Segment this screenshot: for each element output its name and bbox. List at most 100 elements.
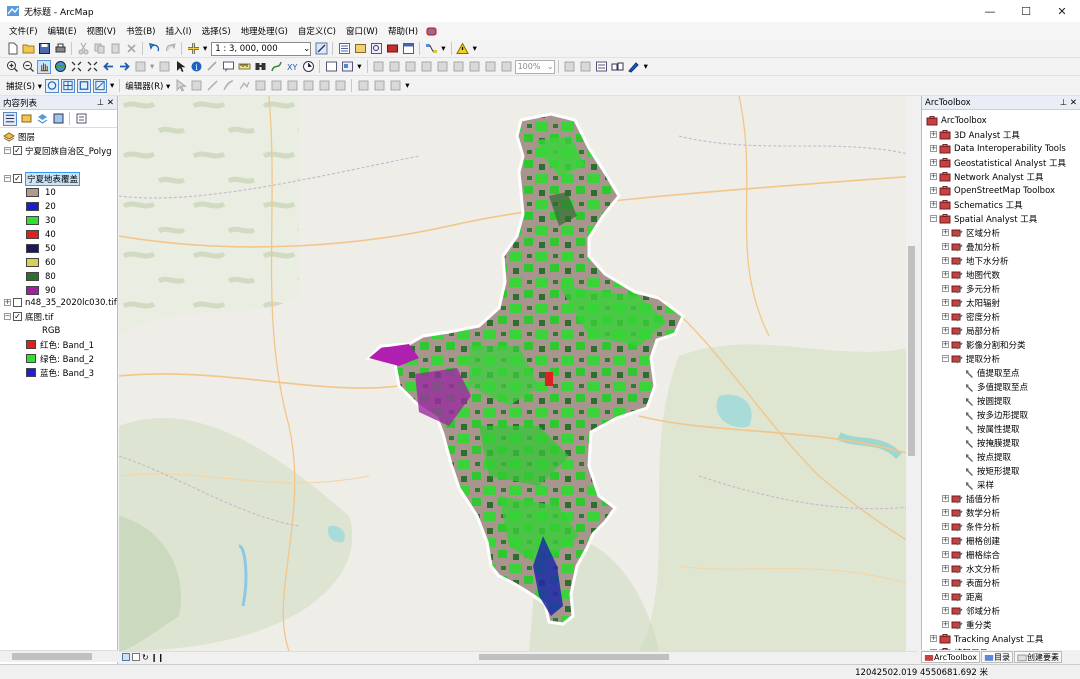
print-icon[interactable] bbox=[53, 42, 67, 56]
toolbar-overflow-icon-2[interactable]: ▾ bbox=[471, 44, 479, 54]
tool-item[interactable]: 值提取至点 bbox=[964, 366, 1020, 379]
list-by-drawing-order-icon[interactable] bbox=[3, 111, 17, 126]
toolset-item[interactable]: + 条件分析 bbox=[942, 520, 1000, 533]
toolset-item[interactable]: + 栅格综合 bbox=[942, 548, 1000, 561]
expand-icon[interactable]: + bbox=[930, 187, 937, 194]
layout-forward-icon[interactable] bbox=[484, 60, 498, 74]
arctoolbox-pin-close[interactable]: ⊥ ✕ bbox=[1060, 98, 1077, 108]
toolset-item[interactable]: + 多元分析 bbox=[942, 282, 1000, 295]
layer-basemap[interactable]: − ✓ 底图.tif bbox=[4, 310, 53, 323]
table-of-contents-icon[interactable] bbox=[337, 42, 351, 56]
layout-zoom-in-icon[interactable] bbox=[372, 60, 386, 74]
legend-swatch[interactable] bbox=[26, 216, 39, 225]
editor-toolbar-icon[interactable] bbox=[314, 42, 328, 56]
expand-icon[interactable]: + bbox=[942, 509, 949, 516]
find-route-icon[interactable] bbox=[269, 60, 283, 74]
menu-insert[interactable]: 插入(I) bbox=[160, 25, 196, 37]
toolset-item[interactable]: + 邻域分析 bbox=[942, 604, 1000, 617]
editor-overflow-icon[interactable]: ▾ bbox=[403, 81, 411, 91]
layer-landcover-checkbox[interactable]: ✓ bbox=[13, 174, 22, 183]
toolset-item[interactable]: + 太阳辐射 bbox=[942, 296, 1000, 309]
zoom-in-icon[interactable] bbox=[5, 60, 19, 74]
edit-vertices-icon[interactable] bbox=[269, 79, 283, 93]
expand-icon[interactable]: + bbox=[942, 299, 949, 306]
toolset-item[interactable]: + 密度分析 bbox=[942, 310, 1000, 323]
expand-icon[interactable]: + bbox=[942, 579, 949, 586]
menu-file[interactable]: 文件(F) bbox=[4, 25, 43, 37]
collapse-icon[interactable]: − bbox=[930, 215, 937, 222]
data-view-button[interactable] bbox=[122, 653, 130, 661]
forward-extent-icon[interactable] bbox=[117, 60, 131, 74]
toolbox-item[interactable]: + Schematics 工具 bbox=[930, 198, 1023, 211]
fixed-zoom-in-icon[interactable] bbox=[69, 60, 83, 74]
add-data-icon[interactable] bbox=[186, 42, 200, 56]
focus-data-frame-icon[interactable] bbox=[579, 60, 593, 74]
toc-horizontal-scrollbar[interactable] bbox=[0, 650, 118, 662]
rgb-band-row[interactable]: 红色: Band_1 bbox=[26, 338, 94, 351]
tool-item[interactable]: 多值提取至点 bbox=[964, 380, 1028, 393]
change-layout-icon[interactable] bbox=[595, 60, 609, 74]
toolbox-item[interactable]: + Data Interoperability Tools bbox=[930, 142, 1066, 155]
search-window-icon[interactable] bbox=[369, 42, 383, 56]
add-data-dropdown-icon[interactable]: ▾ bbox=[201, 44, 209, 54]
toc-options-icon[interactable] bbox=[74, 112, 88, 126]
map-vertical-scrollbar[interactable] bbox=[906, 96, 917, 651]
legend-class-row[interactable]: 30 bbox=[26, 214, 56, 227]
layer-basemap-checkbox[interactable]: ✓ bbox=[13, 312, 22, 321]
tool-item[interactable]: 按属性提取 bbox=[964, 422, 1020, 435]
toggle-draft-icon[interactable] bbox=[563, 60, 577, 74]
new-document-icon[interactable] bbox=[5, 42, 19, 56]
save-icon[interactable] bbox=[37, 42, 51, 56]
full-extent-icon[interactable] bbox=[53, 60, 67, 74]
tool-item[interactable]: 按多边形提取 bbox=[964, 408, 1028, 421]
menu-customize[interactable]: 自定义(C) bbox=[293, 25, 341, 37]
expand-icon[interactable]: + bbox=[4, 299, 11, 306]
measure-icon[interactable] bbox=[237, 60, 251, 74]
menu-geoprocessing[interactable]: 地理处理(G) bbox=[236, 25, 293, 37]
layer-polygon-checkbox[interactable]: ✓ bbox=[13, 146, 22, 155]
toolbox-item[interactable]: + Network Analyst 工具 bbox=[930, 170, 1043, 183]
collapse-icon[interactable]: − bbox=[942, 355, 949, 362]
layer-landcover[interactable]: − ✓ 宁夏地表覆盖 bbox=[4, 171, 81, 186]
layout-overflow-icon[interactable]: ▾ bbox=[642, 62, 650, 72]
arctoolbox-root[interactable]: ArcToolbox bbox=[926, 114, 987, 127]
layout-fixed-out-icon[interactable] bbox=[452, 60, 466, 74]
toolset-item[interactable]: + 叠加分析 bbox=[942, 240, 1000, 253]
map-view[interactable] bbox=[119, 96, 917, 651]
rgb-band-row[interactable]: 绿色: Band_2 bbox=[26, 352, 94, 365]
expand-icon[interactable]: + bbox=[942, 257, 949, 264]
toolset-item[interactable]: + 数学分析 bbox=[942, 506, 1000, 519]
hyperlink-icon[interactable] bbox=[205, 60, 219, 74]
select-dropdown-icon[interactable]: ▾ bbox=[148, 62, 156, 72]
toolbox-item[interactable]: + OpenStreetMap Toolbox bbox=[930, 184, 1055, 197]
legend-swatch[interactable] bbox=[26, 244, 39, 253]
legend-class-row[interactable]: 10 bbox=[26, 186, 56, 199]
point-snapping-icon[interactable] bbox=[45, 78, 59, 93]
undo-icon[interactable] bbox=[147, 42, 161, 56]
map-hscroll-thumb[interactable] bbox=[479, 654, 669, 660]
expand-icon[interactable]: + bbox=[942, 285, 949, 292]
end-point-arc-icon[interactable] bbox=[221, 79, 235, 93]
layout-view-button[interactable] bbox=[132, 653, 140, 661]
layout-full-icon[interactable] bbox=[420, 60, 434, 74]
expand-icon[interactable]: + bbox=[942, 229, 949, 236]
time-slider-icon[interactable] bbox=[301, 60, 315, 74]
toolbar-overflow-icon[interactable]: ▾ bbox=[439, 44, 447, 54]
model-builder-icon[interactable] bbox=[424, 42, 438, 56]
legend-swatch[interactable] bbox=[26, 202, 39, 211]
toolset-item[interactable]: + 水文分析 bbox=[942, 562, 1000, 575]
expand-icon[interactable]: + bbox=[942, 607, 949, 614]
clear-selection-icon[interactable] bbox=[157, 60, 171, 74]
toolbox-item[interactable]: + Tracking Analyst 工具 bbox=[930, 632, 1043, 645]
toolset-item[interactable]: + 表面分析 bbox=[942, 576, 1000, 589]
pan-hand-icon[interactable] bbox=[37, 59, 51, 74]
list-by-selection-icon[interactable] bbox=[51, 112, 65, 126]
list-by-source-icon[interactable] bbox=[19, 112, 33, 126]
create-features-icon[interactable] bbox=[388, 79, 402, 93]
toolbox-item[interactable]: +3D Analyst 工具 bbox=[930, 128, 1020, 141]
identify-icon[interactable]: i bbox=[189, 60, 203, 74]
zoom-whole-page-icon[interactable] bbox=[500, 60, 514, 74]
reshape-icon[interactable] bbox=[285, 79, 299, 93]
legend-class-row[interactable]: 60 bbox=[26, 256, 56, 269]
toolset-item[interactable]: + 地图代数 bbox=[942, 268, 1000, 281]
